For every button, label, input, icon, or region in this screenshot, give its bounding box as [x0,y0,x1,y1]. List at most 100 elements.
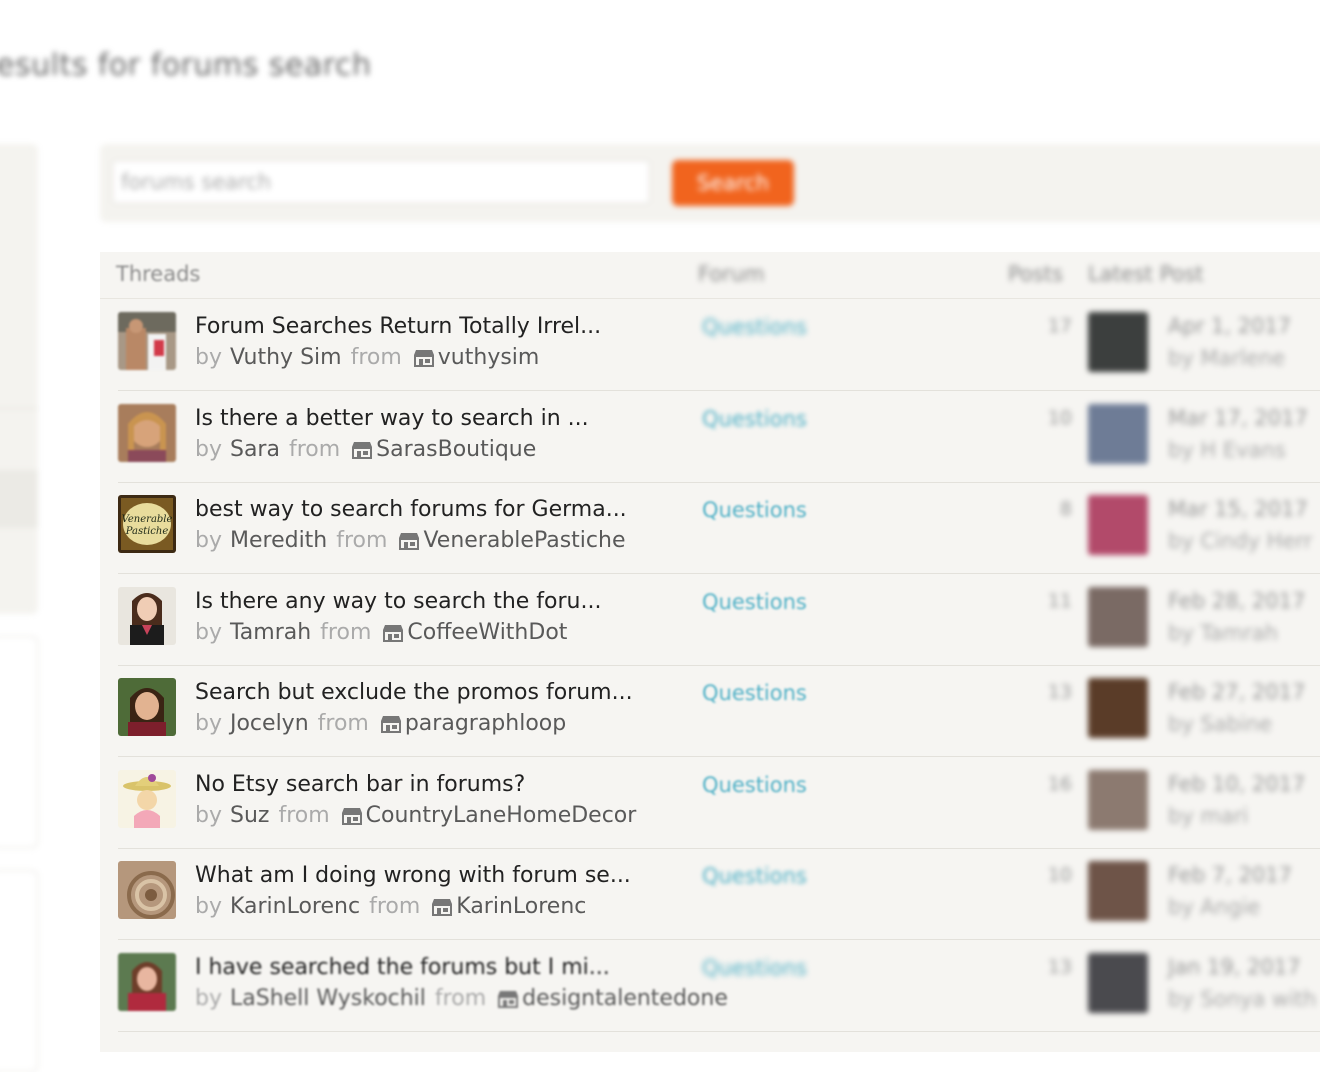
latest-post-date[interactable]: Feb 10, 2017 [1168,772,1305,796]
shop-icon [351,441,373,459]
forum-link[interactable]: Questions [702,407,807,431]
latest-post-author[interactable]: by Sabine [1168,712,1272,736]
author-name[interactable]: Meredith [230,528,327,553]
author-avatar[interactable] [118,953,176,1011]
logo-text-line-2: Pastiche [125,526,169,537]
shop-name[interactable]: designtalentedone [522,986,728,1011]
latest-post-author[interactable]: by Tamrah [1168,621,1278,645]
thread-title[interactable]: Forum Searches Return Totally Irrel... [195,314,601,339]
column-header-latest-post: Latest Post [1088,262,1204,286]
post-count: 17 [1047,315,1072,337]
author-name[interactable]: Vuthy Sim [230,345,342,370]
thread-row: Search but exclude the promos forum... b… [100,666,1320,757]
latest-post-avatar[interactable] [1088,495,1148,555]
post-count: 13 [1047,681,1072,703]
shop-name[interactable]: VenerablePastiche [423,528,625,553]
thread-title[interactable]: No Etsy search bar in forums? [195,772,525,797]
latest-post-author[interactable]: by Angie [1168,895,1260,919]
latest-post-avatar[interactable] [1088,404,1148,464]
shop-name[interactable]: paragraphloop [405,711,566,736]
latest-post-date[interactable]: Feb 7, 2017 [1168,863,1292,887]
shop-icon [382,624,404,642]
thread-byline: by Sara from SarasBoutique [195,437,537,462]
shop-icon [341,807,363,825]
author-avatar[interactable] [118,678,176,736]
sidebar-card [0,870,38,1072]
latest-post-author[interactable]: by Cindy Herr [1168,529,1312,553]
author-avatar[interactable] [118,587,176,645]
row-divider [118,573,1320,574]
latest-post-avatar[interactable] [1088,861,1148,921]
thread-byline: by Jocelyn from paragraphloop [195,711,567,736]
latest-post-author[interactable]: by Sonya with [1168,987,1316,1011]
latest-post-author[interactable]: by mari [1168,804,1248,828]
latest-post-avatar[interactable] [1088,312,1148,372]
latest-post-date[interactable]: Mar 15, 2017 [1168,497,1308,521]
row-divider [118,1031,1320,1032]
author-name[interactable]: LaShell Wyskochil [230,986,426,1011]
thread-row: Venerable Pastiche best way to search for… [100,483,1320,574]
latest-post-date[interactable]: Feb 28, 2017 [1168,589,1305,613]
forum-link[interactable]: Questions [702,498,807,522]
thread-title[interactable]: Is there any way to search the foru... [195,589,601,614]
shop-name[interactable]: vuthysim [438,345,540,370]
forum-link[interactable]: Questions [702,681,807,705]
post-count: 13 [1047,956,1072,978]
forum-link[interactable]: Questions [702,773,807,797]
shop-name[interactable]: CoffeeWithDot [407,620,567,645]
thread-title[interactable]: Search but exclude the promos forum... [195,680,633,705]
latest-post-author[interactable]: by H Evans [1168,438,1286,462]
row-divider [118,390,1320,391]
author-avatar[interactable] [118,312,176,370]
author-avatar[interactable] [118,404,176,462]
author-avatar[interactable] [118,770,176,828]
sidebar-divider [0,408,38,409]
post-count: 8 [1059,498,1072,520]
author-name[interactable]: Sara [230,437,280,462]
author-name[interactable]: Jocelyn [230,711,309,736]
author-name[interactable]: Suz [230,803,269,828]
thread-row: What am I doing wrong with forum se... b… [100,849,1320,940]
thread-title[interactable]: Is there a better way to search in ... [195,406,589,431]
latest-post-avatar[interactable] [1088,678,1148,738]
thread-title[interactable]: I have searched the forums but I mi... [195,955,610,980]
search-input[interactable] [112,160,650,204]
latest-post-date[interactable]: Jan 19, 2017 [1168,955,1301,979]
latest-post-author[interactable]: by Marlene [1168,346,1285,370]
thread-title[interactable]: best way to search forums for Germa... [195,497,627,522]
thread-row: Is there any way to search the foru... b… [100,575,1320,666]
author-name[interactable]: KarinLorenc [230,894,360,919]
page-title: esults for forums search [0,48,372,83]
latest-post-avatar[interactable] [1088,770,1148,830]
thread-row: No Etsy search bar in forums? by Suz from C… [100,758,1320,849]
column-header-forum: Forum [698,262,765,286]
forum-link[interactable]: Questions [702,590,807,614]
thread-byline: by Suz from CountryLaneHomeDecor [195,803,637,828]
latest-post-avatar[interactable] [1088,953,1148,1013]
shop-icon [497,990,519,1008]
search-bar: Search [100,144,1320,222]
author-avatar[interactable]: Venerable Pastiche [118,495,176,553]
search-button[interactable]: Search [672,160,794,206]
column-header-threads: Threads [116,262,201,286]
forum-link[interactable]: Questions [702,864,807,888]
shop-icon [380,715,402,733]
latest-post-date[interactable]: Feb 27, 2017 [1168,680,1305,704]
latest-post-date[interactable]: Mar 17, 2017 [1168,406,1308,430]
latest-post-date[interactable]: Apr 1, 2017 [1168,314,1291,338]
latest-post-avatar[interactable] [1088,587,1148,647]
thread-byline: by LaShell Wyskochil from designtalentedone [195,986,728,1011]
forum-link[interactable]: Questions [702,956,807,980]
shop-name[interactable]: KarinLorenc [456,894,586,919]
forum-link[interactable]: Questions [702,315,807,339]
shop-name[interactable]: SarasBoutique [376,437,536,462]
shop-name[interactable]: CountryLaneHomeDecor [366,803,637,828]
column-header-posts: Posts [1008,262,1063,286]
thread-title[interactable]: What am I doing wrong with forum se... [195,863,631,888]
post-count: 11 [1047,590,1072,612]
thread-byline: by Tamrah from CoffeeWithDot [195,620,568,645]
author-avatar[interactable] [118,861,176,919]
sidebar-card [0,636,38,848]
author-name[interactable]: Tamrah [230,620,311,645]
sidebar-item-selected[interactable] [0,470,38,528]
